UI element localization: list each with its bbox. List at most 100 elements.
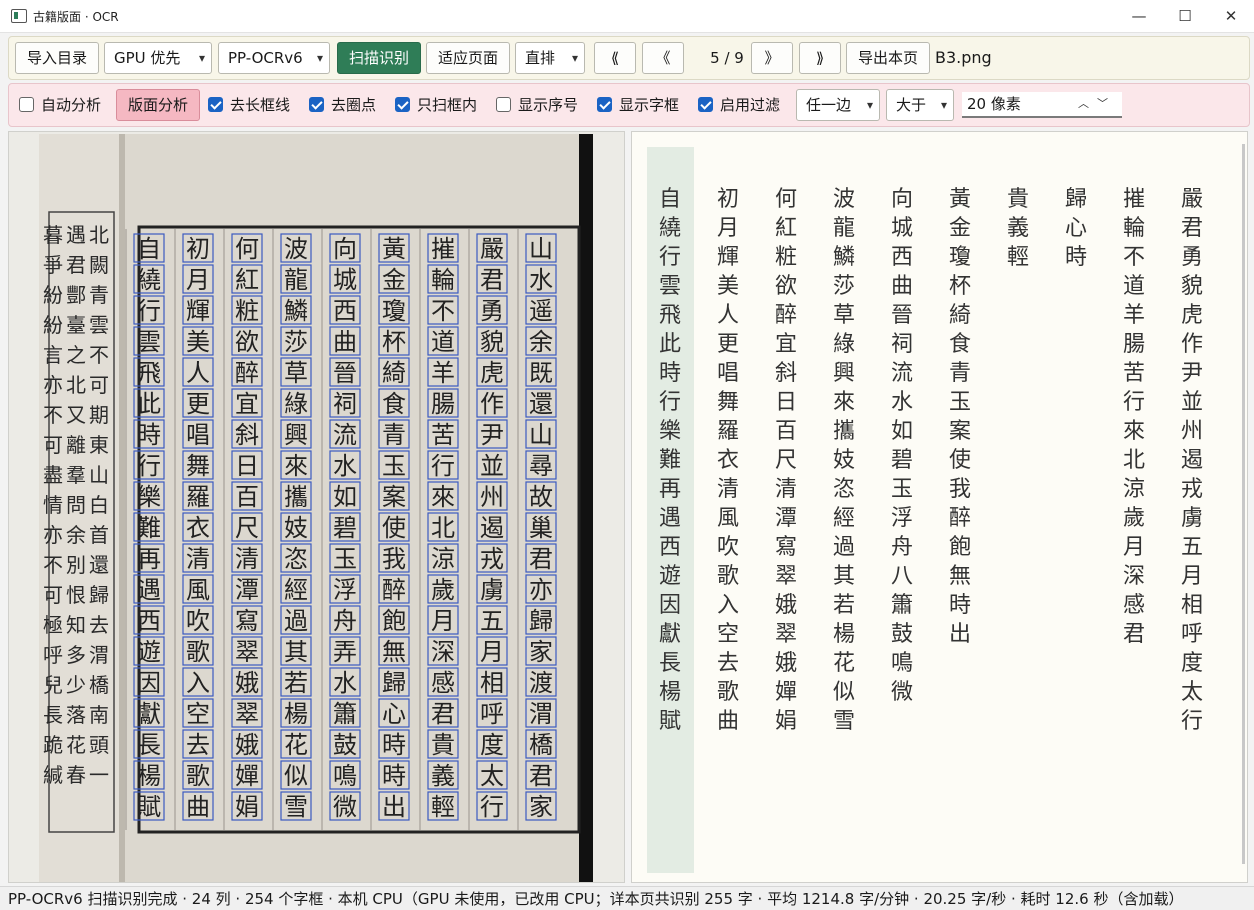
scan-glyph: 渭 (529, 700, 553, 728)
fit-page-button[interactable]: 适应页面 (426, 42, 510, 74)
close-button[interactable]: ✕ (1208, 0, 1254, 32)
scan-glyph: 娥 (235, 731, 259, 759)
first-page-button[interactable]: ⟪ (594, 42, 636, 74)
side-page-glyph: 別 (66, 553, 86, 577)
page-indicator: 5 / 9 (710, 49, 744, 67)
scan-glyph: 余 (529, 328, 553, 356)
scan-glyph: 舞 (186, 452, 210, 480)
remove-frame-checkbox[interactable]: 去长框线 (208, 94, 290, 116)
side-page-glyph: 多 (66, 643, 86, 667)
scan-glyph: 遥 (529, 297, 553, 325)
scan-button[interactable]: 扫描识别 (337, 42, 421, 74)
scan-glyph: 向 (333, 235, 357, 263)
vertical-scrollbar[interactable] (1242, 144, 1245, 864)
scan-glyph: 歸 (529, 607, 553, 635)
scan-glyph: 心 (382, 700, 406, 728)
remove-circles-checkbox[interactable]: 去圈点 (309, 94, 376, 116)
scan-glyph: 吹 (186, 607, 210, 635)
layout-select[interactable]: 直排 ▾ (515, 42, 585, 74)
threshold-spinbox[interactable]: 20 像素 ︿﹀ (962, 92, 1122, 118)
side-page-glyph: 可 (43, 433, 63, 457)
scan-glyph: 橋 (529, 731, 553, 759)
scan-glyph: 初 (186, 235, 210, 263)
show-boxes-checkbox[interactable]: 显示字框 (597, 94, 679, 116)
scan-glyph: 亦 (529, 576, 553, 604)
side-page-glyph: 青 (89, 283, 109, 307)
scan-glyph: 波 (284, 235, 308, 263)
scan-glyph: 深 (431, 638, 455, 666)
scan-glyph: 山 (529, 235, 553, 263)
scan-glyph: 過 (284, 607, 308, 635)
main-toolbar: 导入目录 GPU 优先 ▾ PP-OCRv6 ▾ 扫描识别 适应页面 直排 ▾ ⟪ 《… (8, 36, 1250, 80)
scan-glyph: 恣 (284, 545, 308, 573)
scan-glyph: 道 (431, 328, 455, 356)
scan-glyph: 祠 (333, 390, 357, 418)
side-page-glyph: 跪 (43, 733, 63, 757)
edge-select[interactable]: 任一边 ▾ (796, 89, 880, 121)
show-order-checkbox[interactable]: 显示序号 (496, 94, 578, 116)
scan-glyph: 雪 (284, 793, 308, 821)
scan-glyph: 宜 (235, 390, 259, 418)
last-page-button[interactable]: ⟫ (799, 42, 841, 74)
maximize-button[interactable]: ☐ (1162, 0, 1208, 32)
model-select[interactable]: PP-OCRv6 ▾ (218, 42, 330, 74)
side-page-glyph: 君 (66, 253, 86, 277)
chevron-down-icon: ▾ (940, 98, 947, 112)
ocr-text-pane[interactable]: 嚴君勇貌虎作尹並州遏戎虜五月相呼度太行 摧輪不道羊腸苦行來北涼歲月深感君 歸心時 貴義… (631, 131, 1248, 883)
enable-filter-label: 启用过滤 (720, 96, 781, 114)
scan-glyph: 更 (186, 390, 210, 418)
scan-glyph: 花 (284, 731, 308, 759)
scan-glyph: 時 (137, 421, 161, 449)
chevron-down-icon: ▾ (866, 98, 873, 112)
import-toc-button[interactable]: 导入目录 (15, 42, 99, 74)
side-page-glyph: 橋 (89, 673, 109, 697)
ocr-column: 歸心時 (1064, 187, 1087, 270)
page-edge-shadow (579, 134, 593, 882)
minimize-button[interactable]: — (1116, 0, 1162, 32)
auto-analysis-checkbox[interactable]: 自动分析 (19, 94, 101, 116)
scan-glyph: 羊 (431, 359, 455, 387)
scan-glyph: 弄 (333, 638, 357, 666)
compare-select[interactable]: 大于 ▾ (886, 89, 954, 121)
scan-image-pane[interactable]: 山水遥余既還山尋故巢君亦歸家渡渭橋君家嚴君勇貌虎作尹並州遏戎虜五月相呼度太行摧輪… (8, 131, 625, 883)
scan-glyph: 水 (333, 669, 357, 697)
scan-glyph: 娥 (235, 669, 259, 697)
spin-arrows-icon[interactable]: ︿﹀ (1078, 92, 1116, 116)
side-page-glyph: 春 (66, 763, 86, 787)
scan-glyph: 故 (529, 483, 553, 511)
side-page-glyph: 離 (66, 433, 86, 457)
next-page-button[interactable]: 》 (751, 42, 793, 74)
scan-glyph: 歌 (186, 638, 210, 666)
device-select[interactable]: GPU 优先 ▾ (104, 42, 212, 74)
prev-page-button[interactable]: 《 (642, 42, 684, 74)
scan-glyph: 何 (235, 235, 259, 263)
checkbox-checked-icon (597, 97, 612, 112)
ocr-column: 摧輪不道羊腸苦行來北涼歲月深感君 (1122, 187, 1145, 647)
scan-glyph: 斜 (235, 421, 259, 449)
export-page-button[interactable]: 导出本页 (846, 42, 930, 74)
scan-glyph: 行 (137, 452, 161, 480)
scan-glyph: 我 (382, 545, 406, 573)
scan-glyph: 城 (333, 266, 357, 294)
enable-filter-checkbox[interactable]: 启用过滤 (698, 94, 780, 116)
model-value: PP-OCRv6 (228, 49, 303, 67)
side-page-glyph: 紛 (43, 283, 63, 307)
side-page-glyph: 紛 (43, 313, 63, 337)
scan-glyph: 並 (480, 452, 504, 480)
side-page-glyph: 渭 (89, 643, 109, 667)
scan-glyph: 龍 (284, 266, 308, 294)
checkbox-icon (496, 97, 511, 112)
scan-glyph: 君 (480, 266, 504, 294)
scan-glyph: 曲 (333, 328, 357, 356)
scan-glyph: 獻 (137, 700, 161, 728)
ocr-column: 初月輝美人更唱舞羅衣清風吹歌入空去歌曲 (716, 187, 739, 734)
side-page-glyph: 少 (66, 673, 86, 697)
side-page-glyph: 恨 (66, 583, 86, 607)
layout-analysis-button[interactable]: 版面分析 (116, 89, 200, 121)
side-page-glyph: 可 (89, 373, 109, 397)
remove-frame-label: 去长框线 (230, 96, 291, 114)
scan-inside-checkbox[interactable]: 只扫框内 (395, 94, 477, 116)
side-page-glyph: 歸 (89, 583, 109, 607)
scan-glyph: 妓 (284, 514, 308, 542)
scan-glyph: 再 (137, 545, 161, 573)
